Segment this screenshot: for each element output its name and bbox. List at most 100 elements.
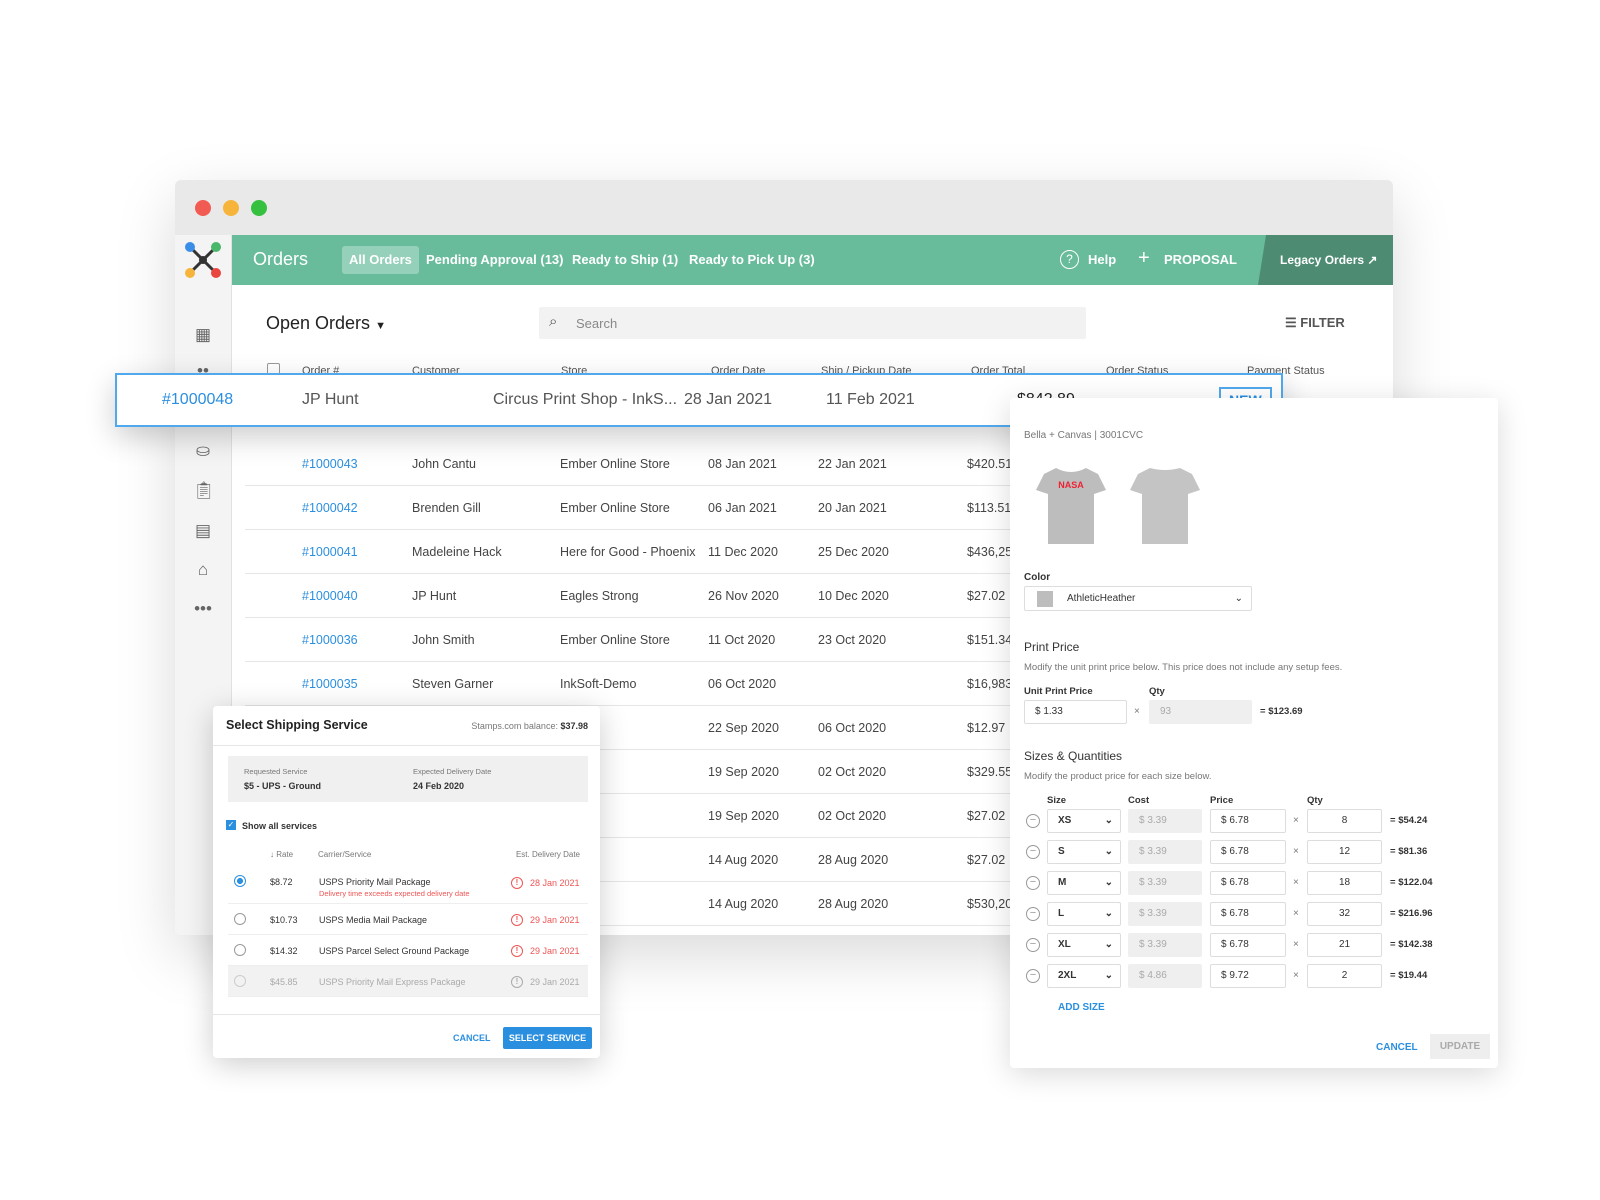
help-icon[interactable]: ? (1060, 250, 1079, 269)
service-radio[interactable] (234, 975, 246, 987)
size-total-value: $19.44 (1398, 970, 1428, 981)
order-date: 22 Sep 2020 (708, 721, 779, 735)
color-select[interactable]: AthleticHeather ⌄ (1024, 586, 1252, 611)
app-logo[interactable] (184, 241, 222, 279)
chevron-down-icon: ⌄ (1104, 877, 1113, 888)
price-input[interactable]: $ 6.78 (1210, 809, 1286, 833)
size-select[interactable]: XL ⌄ (1047, 933, 1121, 957)
show-all-checkbox[interactable]: ✓ (226, 820, 236, 830)
maximize-window-button[interactable] (251, 200, 267, 216)
view-selector[interactable]: Open Orders ▼ (266, 313, 386, 334)
price-input[interactable]: $ 6.78 (1210, 840, 1286, 864)
size-select[interactable]: L ⌄ (1047, 902, 1121, 926)
order-number[interactable]: #1000040 (302, 589, 358, 603)
qty-input[interactable]: 21 (1307, 933, 1382, 957)
tab-ready-to-pick-up[interactable]: Ready to Pick Up (3) (682, 246, 822, 274)
basket-icon[interactable]: ⛀ (193, 441, 213, 460)
service-radio[interactable] (234, 944, 246, 956)
order-number[interactable]: #1000035 (302, 677, 358, 691)
dashboard-icon[interactable]: ▦ (193, 325, 213, 344)
service-row[interactable]: $8.72 USPS Priority Mail Package Deliver… (228, 864, 588, 904)
price-input[interactable]: $ 6.78 (1210, 933, 1286, 957)
order-date: 06 Jan 2021 (708, 501, 777, 515)
clipboard-icon[interactable]: 📋︎ (193, 481, 215, 500)
catalog-icon[interactable]: ▤ (193, 521, 213, 540)
service-name: USPS Priority Mail Express Package (319, 977, 466, 987)
legacy-orders-link[interactable]: Legacy Orders ↗ (1258, 235, 1393, 285)
qty-input[interactable]: 18 (1307, 871, 1382, 895)
tab-pending-approval[interactable]: Pending Approval (13) (419, 246, 570, 274)
size-select[interactable]: 2XL ⌄ (1047, 964, 1121, 988)
proposal-button[interactable]: PROPOSAL (1164, 252, 1237, 267)
more-icon[interactable]: ••• (193, 599, 213, 618)
qty-input[interactable]: 2 (1307, 964, 1382, 988)
order-number[interactable]: #1000041 (302, 545, 358, 559)
expected-date-label: Expected Delivery Date (413, 767, 492, 776)
size-select[interactable]: M ⌄ (1047, 871, 1121, 895)
close-window-button[interactable] (195, 200, 211, 216)
size-select[interactable]: S ⌄ (1047, 840, 1121, 864)
times-symbol: × (1134, 706, 1140, 717)
update-button[interactable]: UPDATE (1430, 1034, 1490, 1059)
price-input[interactable]: $ 6.78 (1210, 902, 1286, 926)
service-row[interactable]: $10.73 USPS Media Mail Package ! 29 Jan … (228, 904, 588, 935)
store-icon[interactable]: ⌂ (193, 560, 213, 579)
service-radio[interactable] (234, 875, 246, 887)
service-row[interactable]: $14.32 USPS Parcel Select Ground Package… (228, 935, 588, 966)
tab-all-orders[interactable]: All Orders (342, 246, 419, 274)
add-size-button[interactable]: ADD SIZE (1058, 1002, 1105, 1013)
service-rate: $45.85 (270, 977, 298, 987)
size-select[interactable]: XS ⌄ (1047, 809, 1121, 833)
remove-size-icon[interactable]: − (1026, 814, 1040, 828)
order-number[interactable]: #1000036 (302, 633, 358, 647)
filter-button[interactable]: ☰ FILTER (1285, 315, 1345, 331)
order-date: 08 Jan 2021 (708, 457, 777, 471)
order-number[interactable]: #1000043 (302, 457, 358, 471)
size-value: XL (1058, 939, 1071, 950)
qty-input[interactable]: 12 (1307, 840, 1382, 864)
service-date: 29 Jan 2021 (530, 977, 580, 987)
search-input[interactable]: ⌕ Search (539, 307, 1086, 339)
price-value: 6.78 (1229, 846, 1249, 857)
remove-size-icon[interactable]: − (1026, 845, 1040, 859)
ship-date: 23 Oct 2020 (818, 633, 887, 647)
select-service-button[interactable]: SELECT SERVICE (503, 1027, 592, 1049)
cost-value: 3.39 (1147, 846, 1167, 857)
rate-col-header[interactable]: ↓ Rate (270, 850, 293, 859)
customer: JP Hunt (412, 589, 457, 603)
unit-print-price-input[interactable]: $ 1.33 (1024, 700, 1127, 724)
order-total: $27.02 (967, 589, 1006, 603)
legacy-orders-label: Legacy Orders (1280, 253, 1365, 267)
store: Ember Online Store (560, 501, 670, 515)
remove-size-icon[interactable]: − (1026, 876, 1040, 890)
cost-field: $ 3.39 (1128, 902, 1202, 926)
service-date: 28 Jan 2021 (530, 878, 580, 888)
cost-field: $ 3.39 (1128, 933, 1202, 957)
remove-size-icon[interactable]: − (1026, 907, 1040, 921)
store: Eagles Strong (560, 589, 639, 603)
service-row[interactable]: $45.85 USPS Priority Mail Express Packag… (228, 966, 588, 997)
order-date: 14 Aug 2020 (708, 853, 779, 867)
modal-cancel-button[interactable]: CANCEL (453, 1033, 491, 1043)
search-icon: ⌕ (549, 313, 558, 330)
cost-field: $ 3.39 (1128, 840, 1202, 864)
panel-cancel-button[interactable]: CANCEL (1376, 1042, 1418, 1053)
order-number[interactable]: #1000042 (302, 501, 358, 515)
print-price-title: Print Price (1024, 640, 1080, 654)
price-col-header: Price (1210, 795, 1234, 806)
price-input[interactable]: $ 9.72 (1210, 964, 1286, 988)
price-input[interactable]: $ 6.78 (1210, 871, 1286, 895)
remove-size-icon[interactable]: − (1026, 938, 1040, 952)
ship-date: 20 Jan 2021 (818, 501, 887, 515)
help-link[interactable]: Help (1088, 252, 1116, 267)
qty-input[interactable]: 8 (1307, 809, 1382, 833)
requested-service-label: Requested Service (244, 767, 308, 776)
minimize-window-button[interactable] (223, 200, 239, 216)
qty-input[interactable]: 32 (1307, 902, 1382, 926)
tab-ready-to-ship[interactable]: Ready to Ship (1) (565, 246, 685, 274)
service-radio[interactable] (234, 913, 246, 925)
times-symbol: × (1293, 908, 1299, 919)
order-number[interactable]: #1000048 (162, 391, 233, 409)
shirt-front-image: NASA (1036, 468, 1106, 544)
remove-size-icon[interactable]: − (1026, 969, 1040, 983)
